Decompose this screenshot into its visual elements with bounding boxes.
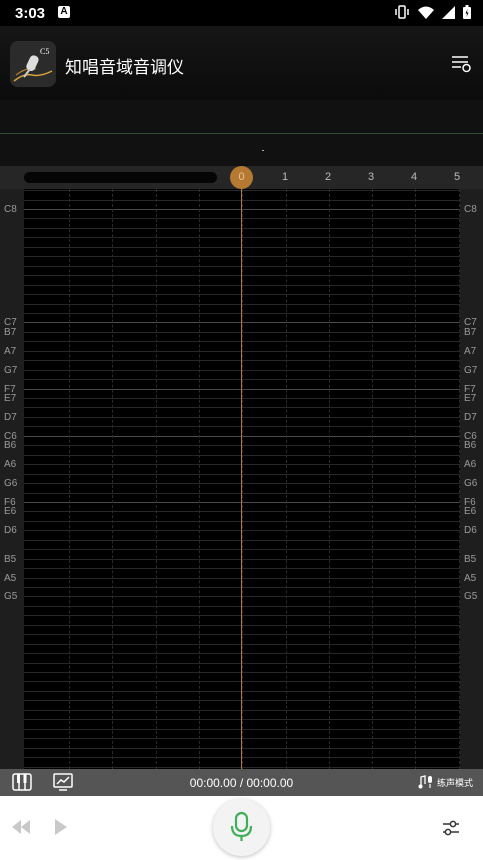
- note-label-left: B5: [4, 554, 17, 565]
- note-label-right: C6: [464, 431, 477, 442]
- time-gridline: [459, 189, 460, 769]
- timeline: 1 2 3 4 5 0: [0, 166, 483, 189]
- bottom-bar: [0, 796, 483, 860]
- playlist-settings-icon: [452, 56, 471, 73]
- status-time: 3:03: [15, 5, 46, 22]
- play-icon: [55, 819, 67, 835]
- note-label-left: D7: [4, 412, 17, 423]
- waveform-point: [262, 150, 264, 151]
- record-button[interactable]: [213, 799, 270, 856]
- time-gridline: [329, 189, 330, 769]
- note-label-right: C8: [464, 204, 477, 215]
- status-icons: [394, 5, 471, 19]
- play-button[interactable]: [53, 817, 69, 837]
- microphone-icon: [230, 811, 253, 841]
- note-label-left: A5: [4, 573, 17, 584]
- note-label-right: A6: [464, 459, 477, 470]
- note-label-left: G5: [4, 591, 18, 602]
- time-gridline: [415, 189, 416, 769]
- notification-a-icon: A: [58, 6, 70, 18]
- signal-icon: [442, 5, 455, 19]
- timeline-tick: 1: [282, 171, 289, 183]
- note-label-left: D6: [4, 525, 17, 536]
- app-logo: C5: [10, 41, 56, 87]
- practice-mode-label: 练声模式: [436, 777, 473, 788]
- time-gridline: [286, 189, 287, 769]
- app-title: 知唱音域音调仪: [65, 58, 184, 77]
- note-label-right: G7: [464, 365, 478, 376]
- playhead-line: [241, 189, 242, 769]
- note-label-right: A5: [464, 573, 477, 584]
- note-label-right: A7: [464, 346, 477, 357]
- timeline-scrubber[interactable]: [24, 172, 217, 183]
- note-label-left: G6: [4, 478, 18, 489]
- time-gridline: [69, 189, 70, 769]
- waveform-baseline: [0, 133, 483, 134]
- waveform-strip: [0, 100, 483, 166]
- pitch-grid: [24, 189, 460, 769]
- app-bar: C5 知唱音域音调仪: [0, 26, 483, 100]
- note-label-right: D7: [464, 412, 477, 423]
- timeline-tick: 3: [368, 171, 375, 183]
- note-label-left: C6: [4, 431, 17, 442]
- practice-mode-button[interactable]: 练声模式: [418, 775, 473, 789]
- sliders-icon: [443, 820, 459, 836]
- note-label-right: C7: [464, 317, 477, 328]
- status-bar: 3:03 A: [0, 0, 483, 26]
- playlist-settings-button[interactable]: [449, 51, 473, 75]
- timeline-tick: 5: [454, 171, 461, 183]
- control-bar: 00:00.00 / 00:00.00 练声模式: [0, 769, 483, 796]
- note-label-left: A6: [4, 459, 17, 470]
- playhead-handle[interactable]: 0: [230, 166, 253, 189]
- time-gridline: [199, 189, 200, 769]
- app-logo-text: C5: [40, 47, 49, 56]
- note-label-left: B7: [4, 327, 17, 338]
- vibrate-icon: [395, 5, 409, 19]
- note-label-right: G5: [464, 591, 478, 602]
- time-gridline: [112, 189, 113, 769]
- battery-icon: [463, 5, 471, 19]
- time-display: 00:00.00 / 00:00.00: [189, 776, 294, 790]
- note-label-left: E7: [4, 393, 17, 404]
- note-label-right: E7: [464, 393, 477, 404]
- note-label-left: C7: [4, 317, 17, 328]
- note-label-right: B7: [464, 327, 477, 338]
- note-label-left: G7: [4, 365, 18, 376]
- note-label-left: A7: [4, 346, 17, 357]
- note-label-right: G6: [464, 478, 478, 489]
- time-gridline: [242, 189, 243, 769]
- rewind-button[interactable]: [10, 818, 32, 836]
- app-logo-mic-icon: C5: [10, 41, 56, 87]
- wifi-icon: [418, 6, 434, 19]
- timeline-tick: 4: [411, 171, 418, 183]
- note-label-left: C8: [4, 204, 17, 215]
- time-gridline: [156, 189, 157, 769]
- note-label-left: E6: [4, 506, 17, 517]
- note-label-right: B5: [464, 554, 477, 565]
- note-label-right: D6: [464, 525, 477, 536]
- time-gridline: [372, 189, 373, 769]
- settings-button[interactable]: [441, 818, 461, 838]
- note-label-right: E6: [464, 506, 477, 517]
- timeline-tick: 2: [325, 171, 332, 183]
- rewind-icon: [12, 820, 30, 834]
- music-mic-icon: [418, 775, 432, 789]
